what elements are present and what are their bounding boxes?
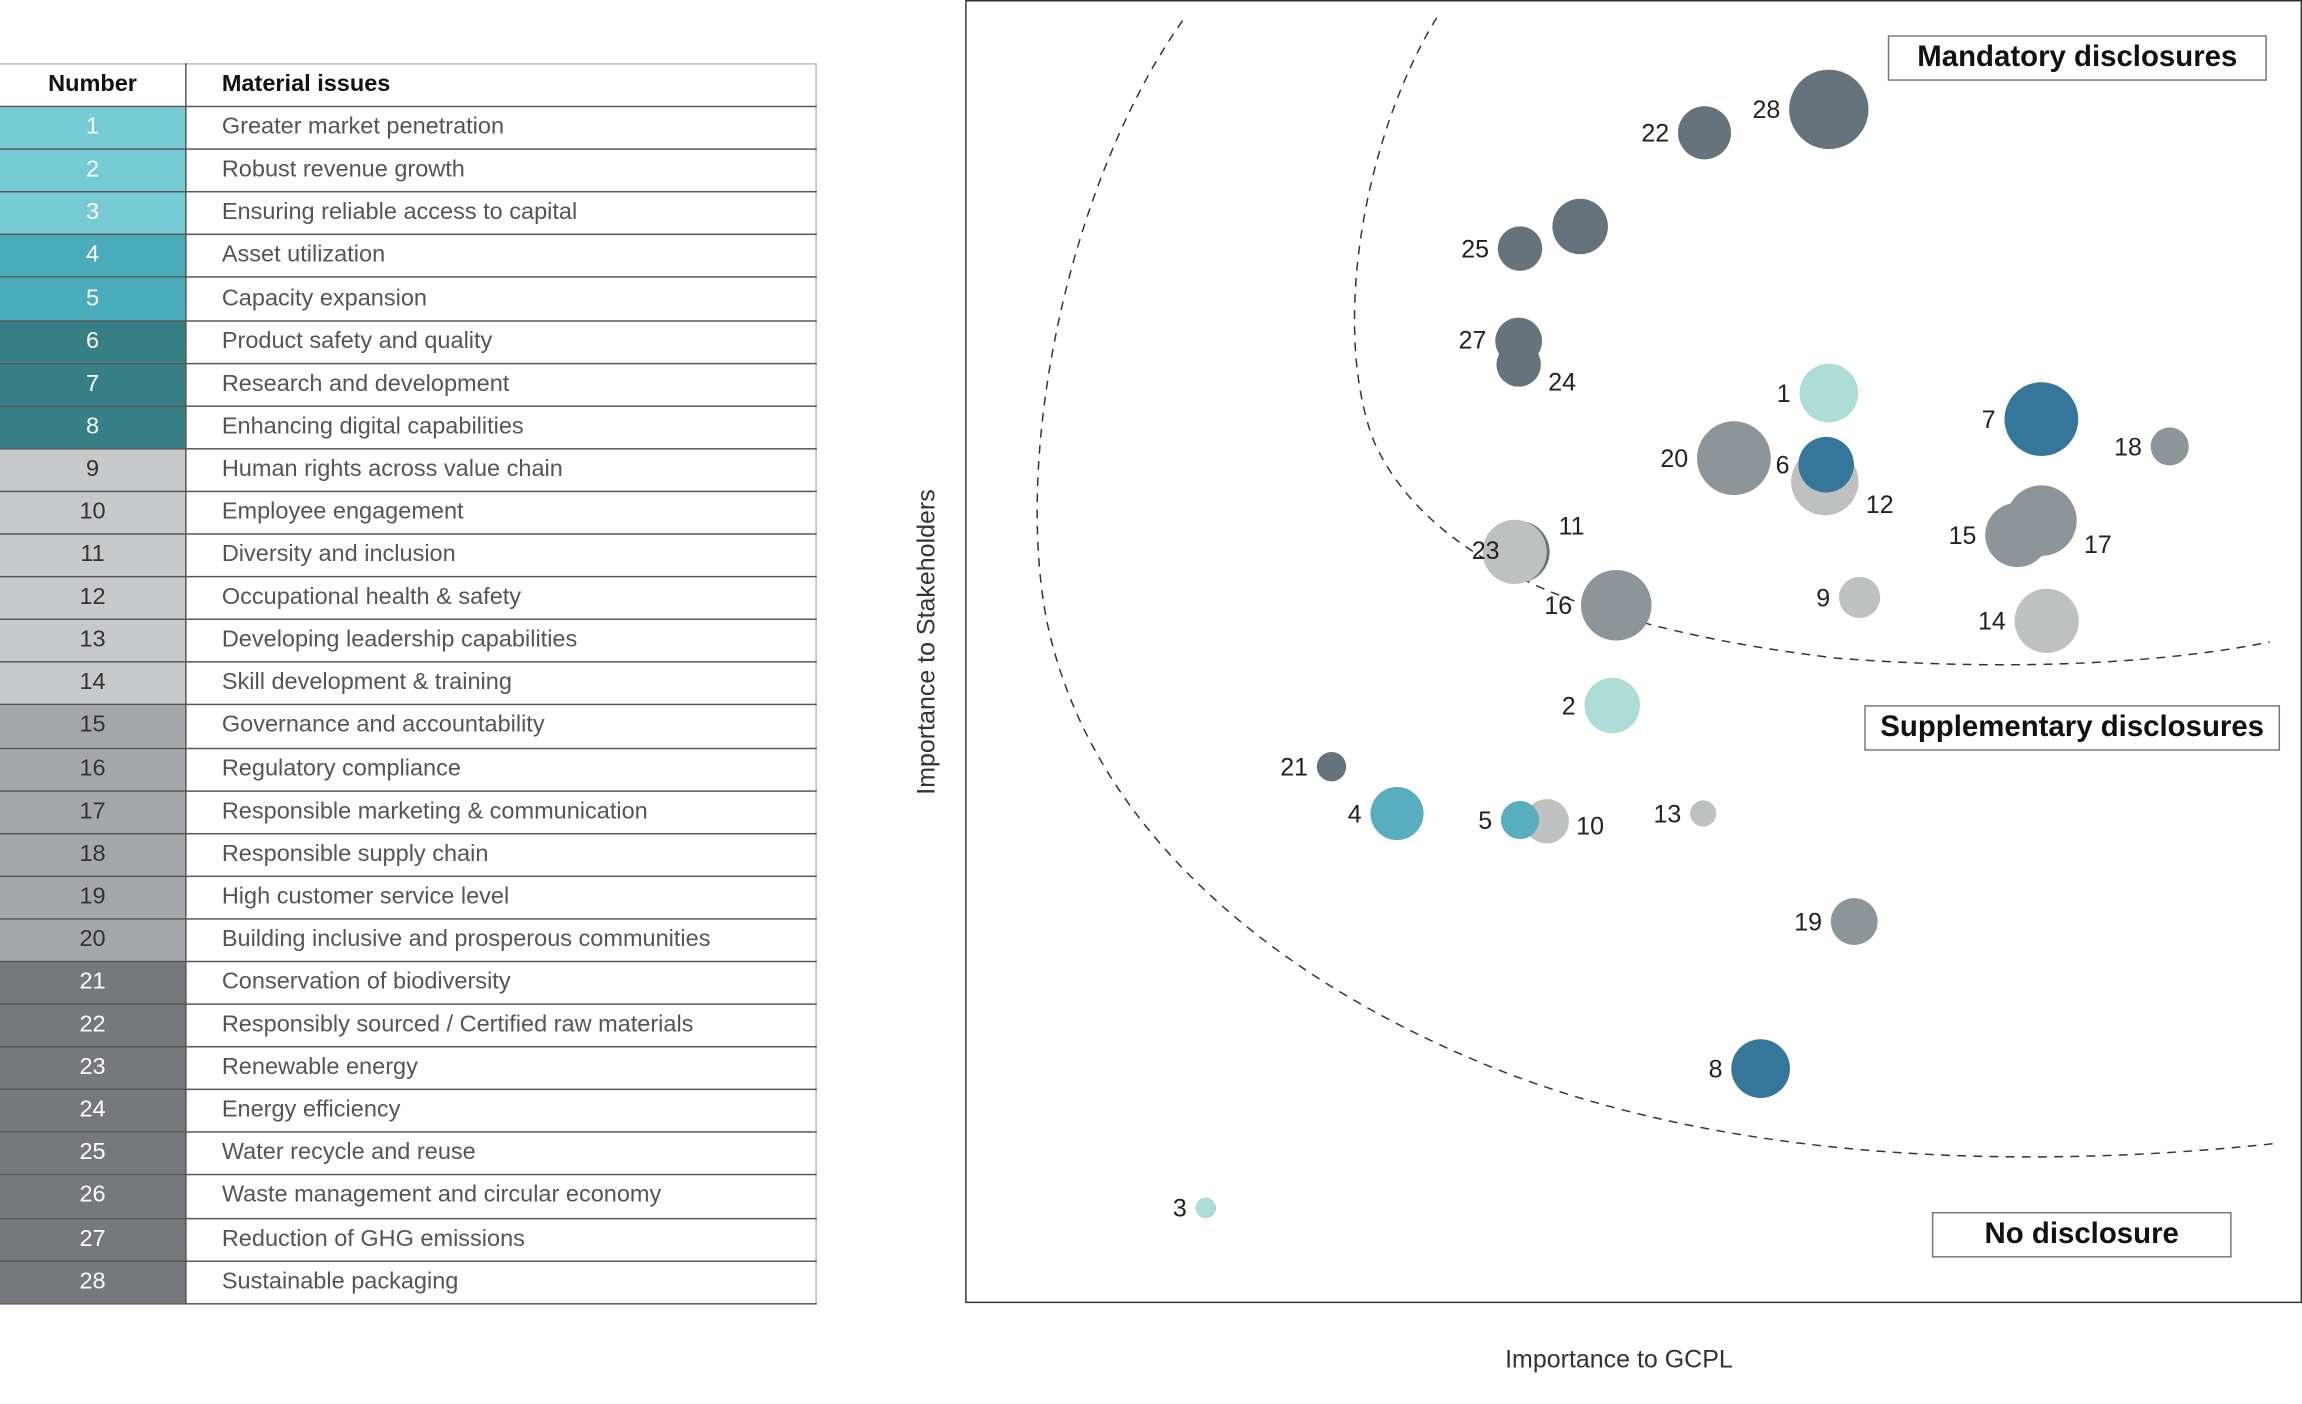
bubble-13 <box>1690 800 1717 827</box>
bubble-26 <box>1552 198 1608 255</box>
bubble-label-22: 22 <box>1641 120 1669 148</box>
bubble-label-6: 6 <box>1776 451 1790 479</box>
bubble-label-16: 16 <box>1544 592 1572 620</box>
bubble-label-20: 20 <box>1660 445 1688 473</box>
bubble-label-15: 15 <box>1949 522 1977 550</box>
bubble-label-1: 1 <box>1777 380 1791 408</box>
bubble-5 <box>1500 800 1540 840</box>
bubble-8 <box>1731 1039 1790 1098</box>
bubble-label-4: 4 <box>1348 800 1362 828</box>
bubble-21 <box>1316 751 1347 782</box>
bubble-6 <box>1798 436 1854 493</box>
bubble-27 <box>1495 317 1543 365</box>
x-axis-label: Importance to GCPL <box>1505 1345 1733 1374</box>
bubble-label-2: 2 <box>1562 692 1576 720</box>
bubble-16 <box>1580 569 1652 641</box>
bubble-19 <box>1830 898 1878 945</box>
bubbles-layer <box>1195 69 2189 1219</box>
bubble-7 <box>2004 382 2079 457</box>
bubble-label-19: 19 <box>1794 908 1822 936</box>
bubble-label-12: 12 <box>1866 491 1894 519</box>
bubble-22 <box>1677 106 1732 160</box>
bubble-label-18: 18 <box>2114 433 2142 461</box>
bubble-14 <box>2014 588 2079 654</box>
bubble-label-8: 8 <box>1709 1055 1723 1083</box>
bubble-label-14: 14 <box>1978 608 2006 636</box>
bubble-label-7: 7 <box>1982 406 1996 434</box>
y-axis-label: Importance to Stakeholders <box>912 489 941 795</box>
bubble-labels-layer: 3211318919824 105162311201261717151424272… <box>1173 96 2142 1223</box>
bubble-label-10: 10 <box>1576 813 1604 841</box>
region-label-supplementary: Supplementary disclosures <box>1864 705 2281 751</box>
bubble-9 <box>1838 576 1881 619</box>
bubble-label-5: 5 <box>1478 807 1492 835</box>
materiality-bubble-chart: 3211318919824 105162311201261717151424272… <box>965 0 2302 1304</box>
outer-threshold-arc <box>1036 20 2281 1158</box>
bubble-label-27: 27 <box>1459 326 1487 354</box>
region-label-mandatory: Mandatory disclosures <box>1887 35 2267 81</box>
bubble-label-28: 28 <box>1753 96 1781 124</box>
bubble-label-17: 17 <box>2084 531 2112 559</box>
bubble-label-13: 13 <box>1653 800 1681 828</box>
bubble-15 <box>1985 502 2050 568</box>
bubble-1 <box>1799 363 1859 423</box>
bubble-18 <box>2150 427 2189 466</box>
bubble-3 <box>1195 1197 1217 1219</box>
bubble-4 <box>1370 786 1424 841</box>
bubble-label-21: 21 <box>1280 753 1308 781</box>
materiality-figure: Number Material issues 1 Greater market p… <box>0 0 2302 1404</box>
bubble-25 <box>1497 226 1543 271</box>
bubble-label-23: 23 <box>1472 537 1500 565</box>
region-label-no-disclosure: No disclosure <box>1931 1212 2232 1258</box>
plot-frame <box>965 0 2302 1304</box>
bubble-label-11: 11 <box>1559 512 1585 540</box>
bubble-28 <box>1789 69 1869 150</box>
bubble-2 <box>1584 677 1641 734</box>
bubble-label-3: 3 <box>1173 1195 1187 1223</box>
bubble-label-24: 24 <box>1548 368 1576 396</box>
bubble-label-9: 9 <box>1816 584 1830 612</box>
bubble-20 <box>1697 421 1771 496</box>
bubble-label-25: 25 <box>1461 235 1489 263</box>
